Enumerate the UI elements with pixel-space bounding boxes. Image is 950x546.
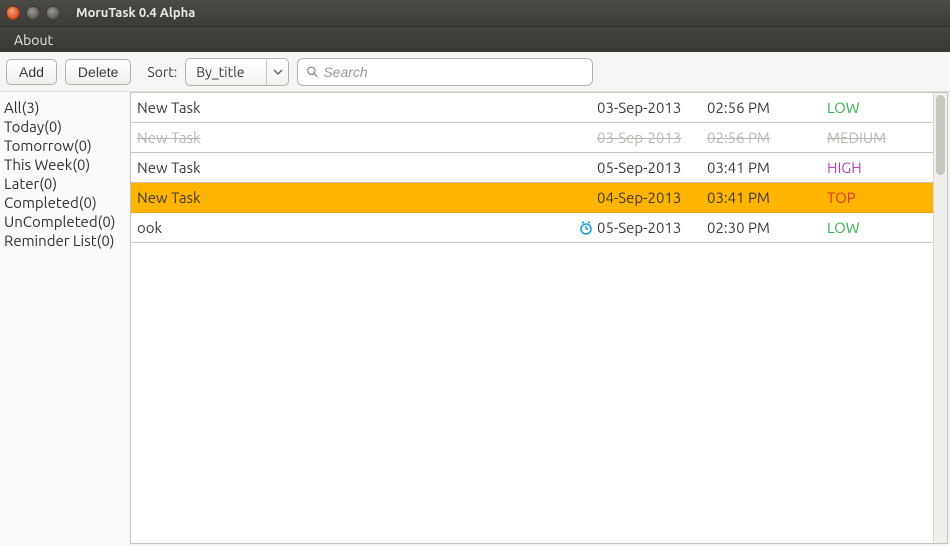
sidebar-item[interactable]: Today(0): [2, 117, 128, 136]
task-priority: HIGH: [827, 159, 927, 176]
task-date: 04-Sep-2013: [597, 189, 707, 206]
sidebar-item[interactable]: Later(0): [2, 174, 128, 193]
reminder-icon: [575, 220, 597, 236]
task-priority: MEDIUM: [827, 129, 927, 146]
chevron-down-icon: [266, 59, 288, 85]
task-time: 03:41 PM: [707, 159, 827, 176]
titlebar: MoruTask 0.4 Alpha: [0, 0, 950, 26]
scrollbar[interactable]: [933, 93, 947, 543]
task-date: 05-Sep-2013: [597, 219, 707, 236]
sidebar-item[interactable]: Completed(0): [2, 193, 128, 212]
toolbar: Add Delete Sort: By_title: [0, 52, 950, 92]
task-area: New Task03-Sep-201302:56 PMLOWNew Task03…: [130, 92, 948, 544]
task-row[interactable]: ook 05-Sep-201302:30 PMLOW: [131, 213, 933, 243]
task-title: ook: [137, 219, 575, 236]
search-input[interactable]: [323, 64, 584, 80]
task-time: 02:30 PM: [707, 219, 827, 236]
add-button[interactable]: Add: [6, 59, 57, 85]
sort-select-value: By_title: [186, 64, 266, 80]
task-row[interactable]: New Task 03-Sep-201302:56 PMMEDIUM: [131, 123, 933, 153]
sidebar-item[interactable]: All(3): [2, 98, 128, 117]
task-priority: TOP: [827, 189, 927, 206]
app-title: MoruTask 0.4 Alpha: [76, 6, 195, 20]
task-priority: LOW: [827, 99, 927, 116]
content-area: All(3)Today(0)Tomorrow(0)This Week(0)Lat…: [0, 92, 950, 546]
task-priority: LOW: [827, 219, 927, 236]
task-date: 05-Sep-2013: [597, 159, 707, 176]
task-time: 02:56 PM: [707, 129, 827, 146]
scrollbar-thumb[interactable]: [936, 95, 945, 175]
task-time: 03:41 PM: [707, 189, 827, 206]
sort-select[interactable]: By_title: [185, 58, 289, 86]
task-row[interactable]: New Task 05-Sep-201303:41 PMHIGH: [131, 153, 933, 183]
menubar: About: [0, 26, 950, 52]
search-icon: [306, 65, 319, 79]
sidebar-item[interactable]: Reminder List(0): [2, 231, 128, 250]
sidebar: All(3)Today(0)Tomorrow(0)This Week(0)Lat…: [0, 92, 130, 546]
window-close-icon[interactable]: [6, 6, 20, 20]
task-row[interactable]: New Task 03-Sep-201302:56 PMLOW: [131, 93, 933, 123]
task-title: New Task: [137, 159, 575, 176]
window-maximize-icon[interactable]: [46, 6, 60, 20]
window-minimize-icon[interactable]: [26, 6, 40, 20]
sidebar-item[interactable]: Tomorrow(0): [2, 136, 128, 155]
search-field[interactable]: [297, 58, 593, 86]
task-title: New Task: [137, 99, 575, 116]
task-title: New Task: [137, 129, 575, 146]
task-date: 03-Sep-2013: [597, 99, 707, 116]
menu-about[interactable]: About: [8, 30, 59, 50]
task-date: 03-Sep-2013: [597, 129, 707, 146]
task-row[interactable]: New Task 04-Sep-201303:41 PMTOP: [131, 183, 933, 213]
task-title: New Task: [137, 189, 575, 206]
sidebar-item[interactable]: UnCompleted(0): [2, 212, 128, 231]
delete-button[interactable]: Delete: [65, 59, 131, 85]
task-list: New Task03-Sep-201302:56 PMLOWNew Task03…: [131, 93, 933, 543]
sidebar-item[interactable]: This Week(0): [2, 155, 128, 174]
task-time: 02:56 PM: [707, 99, 827, 116]
sort-label: Sort:: [147, 64, 177, 80]
